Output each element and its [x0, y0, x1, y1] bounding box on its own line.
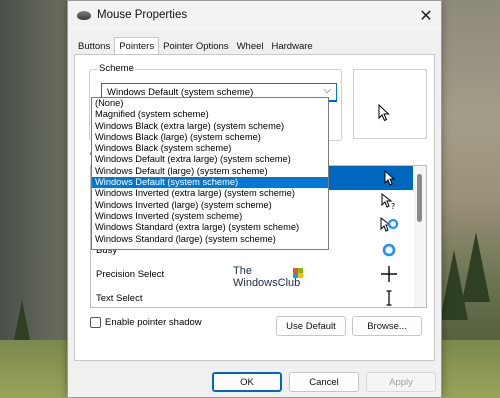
tab-wheel[interactable]: Wheel: [233, 39, 268, 55]
list-item-name: Precision Select: [96, 269, 165, 280]
watermark-line1: The: [233, 265, 252, 277]
tab-hardware[interactable]: Hardware: [268, 39, 317, 55]
pointer-shadow-checkbox[interactable]: [90, 317, 101, 328]
list-item[interactable]: Text Select: [92, 286, 413, 307]
tab-buttons[interactable]: Buttons: [74, 39, 114, 55]
scheme-option[interactable]: Windows Standard (extra large) (system s…: [92, 222, 328, 233]
scheme-option[interactable]: Magnified (system scheme): [92, 109, 328, 120]
text-beam-icon: [386, 290, 392, 306]
scheme-label: Scheme: [97, 63, 136, 74]
pointer-shadow-option[interactable]: Enable pointer shadow: [90, 317, 202, 328]
window-title: Mouse Properties: [97, 9, 188, 21]
cancel-button[interactable]: Cancel: [289, 372, 359, 392]
tab-pointer-options[interactable]: Pointer Options: [159, 39, 232, 55]
scroll-thumb[interactable]: [417, 174, 422, 222]
browse-button[interactable]: Browse...: [352, 316, 422, 336]
scheme-option[interactable]: Windows Inverted (extra large) (system s…: [92, 188, 328, 199]
arrow-pointer-icon: [378, 104, 390, 122]
arrow-pointer-icon: [384, 169, 396, 186]
scheme-option[interactable]: Windows Default (large) (system scheme): [92, 166, 328, 177]
mouse-icon: [77, 11, 91, 20]
windows-logo-icon: [293, 268, 303, 278]
pointer-preview: [353, 69, 427, 139]
chevron-down-icon: ⌵: [323, 85, 331, 96]
list-item-name: Text Select: [96, 293, 143, 304]
scheme-option[interactable]: Windows Standard (large) (system scheme): [92, 234, 328, 245]
list-scrollbar[interactable]: [414, 166, 426, 307]
scheme-option[interactable]: Windows Black (large) (system scheme): [92, 132, 328, 143]
scheme-option[interactable]: Windows Black (system scheme): [92, 143, 328, 154]
crosshair-icon: [381, 266, 397, 282]
scheme-option[interactable]: (None): [92, 98, 328, 109]
apply-button[interactable]: Apply: [366, 372, 436, 392]
ok-button[interactable]: OK: [212, 372, 282, 392]
working-in-background-icon: [380, 216, 399, 232]
tab-strip: Buttons Pointers Pointer Options Wheel H…: [74, 37, 317, 55]
scheme-option[interactable]: Windows Default (extra large) (system sc…: [92, 154, 328, 165]
pointer-shadow-label: Enable pointer shadow: [105, 317, 202, 328]
scheme-option[interactable]: Windows Inverted (system scheme): [92, 211, 328, 222]
help-select-icon: ?: [381, 192, 395, 211]
scheme-option[interactable]: Windows Inverted (large) (system scheme): [92, 200, 328, 211]
right-cliff: [436, 0, 500, 398]
watermark-line2: WindowsClub: [233, 277, 301, 289]
use-default-button[interactable]: Use Default: [276, 316, 346, 336]
scheme-option-selected[interactable]: Windows Default (system scheme): [92, 177, 328, 189]
watermark: The WindowsClub: [233, 265, 303, 289]
tab-pointers[interactable]: Pointers: [114, 37, 160, 55]
pine-tree: [462, 232, 490, 302]
title-bar[interactable]: Mouse Properties ✕: [68, 1, 441, 31]
scheme-dropdown-list[interactable]: (None) Magnified (system scheme) Windows…: [91, 97, 329, 250]
busy-ring-icon: [382, 243, 396, 257]
scheme-option[interactable]: Windows Black (extra large) (system sche…: [92, 121, 328, 132]
close-button[interactable]: ✕: [411, 1, 441, 31]
svg-text:?: ?: [391, 202, 395, 211]
